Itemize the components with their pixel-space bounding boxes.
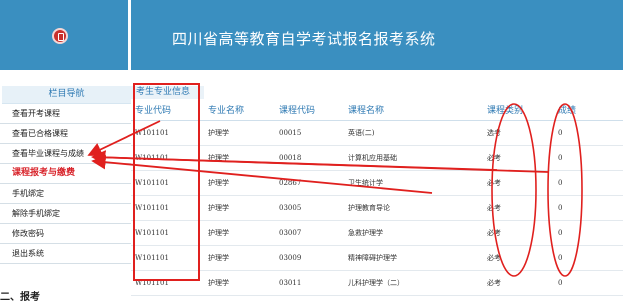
main-content: 考生专业信息 专业代码 专业名称 课程代码 课程名称 课程类别 成绩 W1011… — [131, 86, 623, 296]
cell-course-type: 必考 — [483, 270, 554, 296]
col-header-major-code: 专业代码 — [131, 99, 204, 121]
cell-major-code: W101101 — [131, 170, 204, 196]
cell-major-code: W101101 — [131, 195, 204, 221]
cell-course-name: 精神障碍护理学 — [344, 245, 483, 271]
cell-major-name: 护理学 — [204, 270, 275, 296]
cell-course-type: 必考 — [483, 195, 554, 221]
cell-major-name: 护理学 — [204, 170, 275, 196]
cell-score: 0 — [554, 195, 623, 221]
cell-course-code: 02867 — [275, 170, 344, 196]
cell-score: 0 — [554, 170, 623, 196]
cell-course-type: 必考 — [483, 170, 554, 196]
cell-score: 0 — [554, 220, 623, 246]
table-row: W101101 护理学 00018 计算机应用基础 必考 0 — [131, 145, 623, 171]
cell-course-name: 计算机应用基础 — [344, 145, 483, 171]
cell-major-name: 护理学 — [204, 245, 275, 271]
table-row: W101101 护理学 03005 护理教育导论 必考 0 — [131, 195, 623, 221]
col-header-course-type: 课程类别 — [483, 99, 554, 121]
cell-major-code: W101101 — [131, 120, 204, 146]
cell-course-code: 00018 — [275, 145, 344, 171]
logo-area — [0, 0, 128, 70]
cell-course-type: 必考 — [483, 145, 554, 171]
cell-course-name: 护理教育导论 — [344, 195, 483, 221]
sidebar-item-open-courses[interactable]: 查看开考课程 — [0, 104, 131, 124]
cell-course-code: 03009 — [275, 245, 344, 271]
cell-score: 0 — [554, 120, 623, 146]
table-header-row: 专业代码 专业名称 课程代码 课程名称 课程类别 成绩 — [131, 99, 623, 121]
title-bar: 四川省高等教育自学考试报名报考系统 — [131, 0, 623, 70]
cell-score: 0 — [554, 145, 623, 171]
cell-course-name: 卫生统计学 — [344, 170, 483, 196]
cell-major-name: 护理学 — [204, 120, 275, 146]
header: 四川省高等教育自学考试报名报考系统 — [0, 0, 623, 70]
cell-major-code: W101101 — [131, 220, 204, 246]
cell-course-code: 00015 — [275, 120, 344, 146]
sidebar-item-change-password[interactable]: 修改密码 — [0, 224, 131, 244]
cell-major-code: W101101 — [131, 145, 204, 171]
sidebar: 栏目导航 查看开考课程 查看已合格课程 查看毕业课程与成绩 课程报考与缴费 手机… — [0, 86, 131, 264]
page-title: 四川省高等教育自学考试报名报考系统 — [172, 30, 436, 48]
table-row: W101101 护理学 02867 卫生统计学 必考 0 — [131, 170, 623, 196]
cell-major-name: 护理学 — [204, 195, 275, 221]
cell-course-code: 03007 — [275, 220, 344, 246]
sidebar-item-phone-bind[interactable]: 手机绑定 — [0, 184, 131, 204]
cell-score: 0 — [554, 245, 623, 271]
cell-course-type: 选考 — [483, 120, 554, 146]
course-table: 专业代码 专业名称 课程代码 课程名称 课程类别 成绩 W101101 护理学 00… — [131, 99, 623, 296]
table-row: W101101 护理学 00015 英语(二) 选考 0 — [131, 120, 623, 146]
cell-course-type: 必考 — [483, 245, 554, 271]
cell-course-name: 急救护理学 — [344, 220, 483, 246]
table-row: W101101 护理学 03009 精神障碍护理学 必考 0 — [131, 245, 623, 271]
cell-course-type: 必考 — [483, 220, 554, 246]
cell-major-name: 护理学 — [204, 220, 275, 246]
section-heading-registration: 二、报考 — [0, 292, 40, 303]
sidebar-item-graduation-courses[interactable]: 查看毕业课程与成绩 — [0, 144, 131, 164]
cell-course-name: 英语(二) — [344, 120, 483, 146]
cell-course-code: 03005 — [275, 195, 344, 221]
cell-course-name: 儿科护理学（二） — [344, 270, 483, 296]
table-row: W101101 护理学 03011 儿科护理学（二） 必考 0 — [131, 270, 623, 296]
cell-score: 0 — [554, 270, 623, 296]
col-header-score: 成绩 — [554, 99, 623, 121]
sidebar-item-logout[interactable]: 退出系统 — [0, 244, 131, 264]
section-title: 考生专业信息 — [131, 86, 204, 99]
cell-course-code: 03011 — [275, 270, 344, 296]
emblem-logo-icon — [52, 28, 68, 44]
cell-major-name: 护理学 — [204, 145, 275, 171]
col-header-major-name: 专业名称 — [204, 99, 275, 121]
col-header-course-name: 课程名称 — [344, 99, 483, 121]
sidebar-item-registration-payment[interactable]: 课程报考与缴费 — [0, 164, 131, 184]
table-row: W101101 护理学 03007 急救护理学 必考 0 — [131, 220, 623, 246]
sidebar-heading: 栏目导航 — [2, 86, 131, 104]
sidebar-item-passed-courses[interactable]: 查看已合格课程 — [0, 124, 131, 144]
sidebar-item-phone-unbind[interactable]: 解除手机绑定 — [0, 204, 131, 224]
cell-major-code: W101101 — [131, 245, 204, 271]
col-header-course-code: 课程代码 — [275, 99, 344, 121]
cell-major-code: W101101 — [131, 270, 204, 296]
